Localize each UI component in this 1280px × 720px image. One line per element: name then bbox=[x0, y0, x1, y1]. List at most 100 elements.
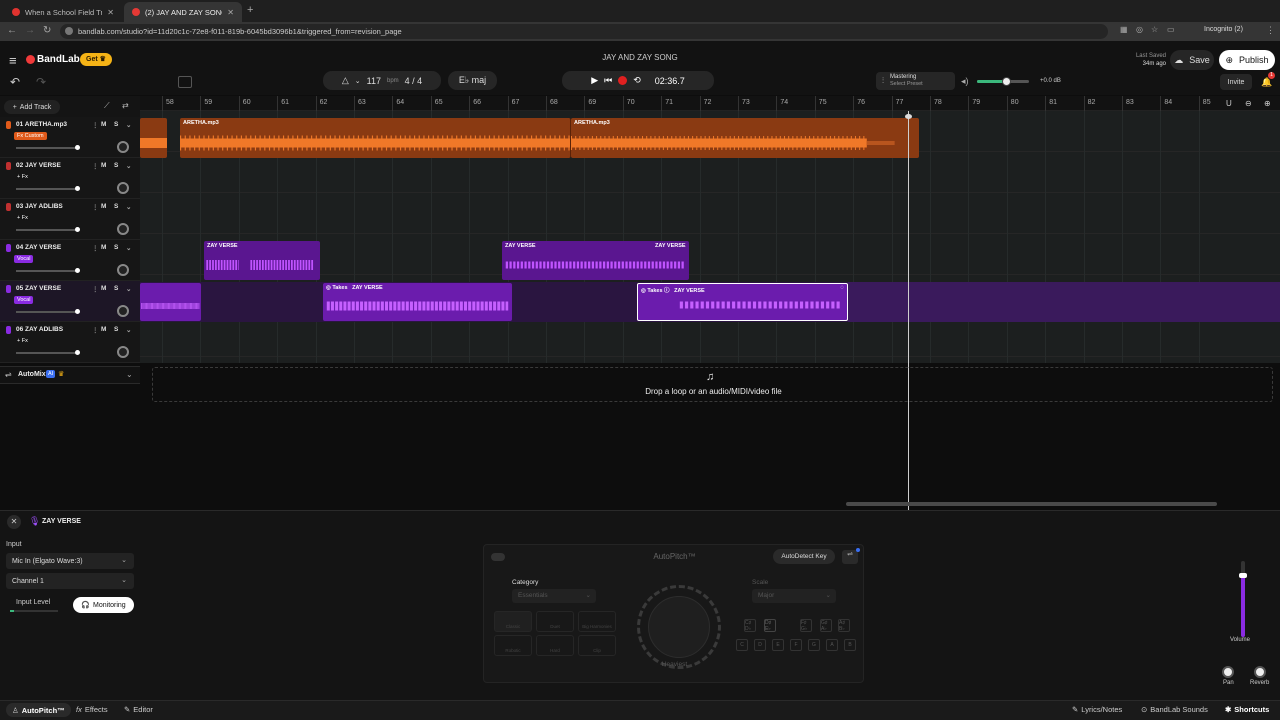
scale-key[interactable]: F bbox=[790, 639, 802, 651]
record-arm-icon[interactable] bbox=[6, 162, 11, 170]
shortcuts-button[interactable]: ✱ Shortcuts bbox=[1225, 705, 1269, 714]
browser-tab-1[interactable]: When a School Field Trip Ends ✕ bbox=[4, 2, 122, 22]
track-header[interactable]: 06 ZAY ADLIBS ⋮ M S ⌄ + Fx bbox=[0, 322, 140, 363]
track-volume-slider[interactable] bbox=[16, 268, 80, 273]
scale-key[interactable]: C bbox=[736, 639, 748, 651]
reverb-knob[interactable] bbox=[1254, 666, 1266, 678]
speaker-icon[interactable]: ◂) bbox=[961, 76, 969, 87]
record-arm-icon[interactable] bbox=[6, 326, 11, 334]
track-lane[interactable] bbox=[140, 193, 1280, 234]
timeline-ruler[interactable]: 58 59 60 61 62 63 64 65 66 67 68 69 70 71 72 73 74 75 76 77… bbox=[140, 96, 1280, 111]
playhead[interactable] bbox=[908, 111, 909, 511]
preset-tile[interactable]: Big Harmonies bbox=[578, 611, 616, 632]
new-tab-icon[interactable]: + bbox=[247, 4, 253, 16]
play-icon[interactable]: ▶ bbox=[591, 75, 598, 86]
chevron-down-icon[interactable]: ⌄ bbox=[126, 203, 131, 211]
sidepanel-icon[interactable]: ▭ bbox=[1167, 25, 1175, 34]
more-options-icon[interactable]: ⋮ bbox=[92, 326, 99, 334]
slider-knob[interactable] bbox=[75, 145, 80, 150]
track-volume-slider[interactable] bbox=[16, 145, 80, 150]
track-header[interactable]: 05 ZAY VERSE ⋮ M S ⌄ Vocal bbox=[0, 281, 140, 322]
preset-tile[interactable]: Classic bbox=[494, 611, 532, 632]
track-header[interactable]: 01 ARETHA.mp3 ⋮ M S ⌄ Fx Custom bbox=[0, 117, 140, 158]
more-options-icon[interactable]: ⋮ bbox=[92, 244, 99, 252]
pan-knob[interactable] bbox=[117, 346, 129, 358]
fx-button[interactable]: Vocal bbox=[14, 296, 34, 304]
drop-zone[interactable]: ♫ Drop a loop or an audio/MIDI/video fil… bbox=[152, 367, 1273, 402]
more-options-icon[interactable]: ⋮ bbox=[92, 162, 99, 170]
fx-button[interactable]: Fx Custom bbox=[14, 132, 47, 140]
pan-knob[interactable] bbox=[117, 223, 129, 235]
url-bar[interactable]: bandlab.com/studio?id=11d20c1c-72e8-f011… bbox=[60, 24, 1108, 39]
input-device-select[interactable]: Mic In (Elgato Wave:3) ⌄ bbox=[6, 553, 134, 569]
track-name[interactable]: 05 ZAY VERSE bbox=[16, 285, 61, 292]
key-selector[interactable]: E♭ maj bbox=[448, 71, 497, 90]
scale-select[interactable]: Major ⌄ bbox=[752, 589, 836, 603]
loop-icon[interactable]: ⟲ bbox=[633, 75, 641, 86]
pitch-strength-knob[interactable] bbox=[648, 596, 710, 658]
get-membership-button[interactable]: Get ♛ bbox=[80, 53, 112, 66]
audio-clip[interactable]: ZAY VERSE bbox=[204, 241, 320, 280]
track-settings-icon[interactable]: ⇄ bbox=[122, 101, 129, 110]
redo-icon[interactable]: ↷ bbox=[36, 75, 46, 89]
project-title[interactable]: JAY AND ZAY SONG bbox=[560, 53, 720, 62]
slider-knob[interactable] bbox=[75, 268, 80, 273]
eye-off-icon[interactable]: ◎ bbox=[1136, 25, 1143, 34]
preset-tile[interactable]: Hard bbox=[536, 635, 574, 656]
mastering-selector[interactable]: ⫶ Mastering Select Preset bbox=[876, 72, 955, 90]
mute-button[interactable]: M bbox=[101, 326, 106, 333]
bandlab-logo[interactable]: BandLab bbox=[37, 54, 80, 65]
scale-key[interactable]: G bbox=[808, 639, 820, 651]
track-lane[interactable] bbox=[140, 316, 1280, 357]
close-panel-icon[interactable]: ✕ bbox=[7, 515, 21, 529]
pan-knob[interactable] bbox=[1222, 666, 1234, 678]
playhead-handle[interactable] bbox=[905, 114, 912, 119]
scale-key[interactable]: D bbox=[754, 639, 766, 651]
category-select[interactable]: Essentials ⌄ bbox=[512, 589, 596, 603]
mute-button[interactable]: M bbox=[101, 162, 106, 169]
track-header[interactable]: 02 JAY VERSE ⋮ M S ⌄ + Fx bbox=[0, 158, 140, 199]
chevron-down-icon[interactable]: ⌄ bbox=[355, 77, 361, 85]
autopitch-tab[interactable]: ♙ AutoPitch™ bbox=[6, 703, 71, 717]
automix-row[interactable]: ⇌ AutoMix AI ♛ ⌄ bbox=[0, 366, 140, 384]
site-info-icon[interactable] bbox=[65, 27, 73, 35]
solo-button[interactable]: S bbox=[114, 244, 118, 251]
scale-key[interactable]: B bbox=[844, 639, 856, 651]
record-arm-icon[interactable] bbox=[6, 244, 11, 252]
track-volume-slider[interactable] bbox=[16, 309, 80, 314]
track-name[interactable]: 02 JAY VERSE bbox=[16, 162, 61, 169]
autodetect-key-button[interactable]: AutoDetect Key bbox=[773, 549, 835, 564]
audio-clip[interactable]: ZAY VERSE ZAY VERSE bbox=[502, 241, 689, 280]
pan-knob[interactable] bbox=[117, 305, 129, 317]
chevron-down-icon[interactable]: ⌄ bbox=[126, 285, 131, 293]
more-options-icon[interactable]: ⋮ bbox=[92, 203, 99, 211]
record-icon[interactable] bbox=[618, 76, 628, 85]
back-icon[interactable]: ← bbox=[7, 25, 17, 36]
effects-tab[interactable]: fx Effects bbox=[76, 705, 108, 714]
loop-handle-icon[interactable]: ◌ bbox=[840, 285, 844, 291]
fx-button[interactable]: + Fx bbox=[14, 214, 31, 222]
scale-key[interactable]: F♯ G♭ bbox=[800, 619, 812, 632]
pan-knob[interactable] bbox=[117, 141, 129, 153]
bpm-value[interactable]: 117 bbox=[367, 76, 381, 86]
scale-key[interactable]: A♯ B♭ bbox=[838, 619, 850, 632]
slider-knob[interactable] bbox=[75, 186, 80, 191]
track-header[interactable]: 03 JAY ADLIBS ⋮ M S ⌄ + Fx bbox=[0, 199, 140, 240]
scale-key[interactable]: G♯ A♭ bbox=[820, 619, 832, 632]
solo-button[interactable]: S bbox=[114, 285, 118, 292]
horizontal-scrollbar[interactable] bbox=[846, 502, 1217, 506]
slider-knob[interactable] bbox=[75, 350, 80, 355]
track-name[interactable]: 04 ZAY VERSE bbox=[16, 244, 61, 251]
save-button[interactable]: ☁ Save bbox=[1170, 50, 1214, 70]
incognito-profile[interactable]: Incognito (2) bbox=[1204, 26, 1243, 33]
zoom-in-icon[interactable]: ⊕ bbox=[1264, 99, 1271, 108]
monitoring-button[interactable]: 🎧 Monitoring bbox=[73, 597, 134, 613]
mute-button[interactable]: M bbox=[101, 285, 106, 292]
track-volume-slider[interactable] bbox=[16, 186, 80, 191]
track-name[interactable]: 06 ZAY ADLIBS bbox=[16, 326, 63, 333]
bandlab-sounds-button[interactable]: ⊙ BandLab Sounds bbox=[1141, 705, 1208, 714]
undo-icon[interactable]: ↶ bbox=[10, 75, 20, 89]
publish-button[interactable]: ⊕ Publish bbox=[1219, 50, 1275, 70]
track-volume-slider[interactable] bbox=[16, 350, 80, 355]
rewind-icon[interactable]: ⏮ bbox=[604, 75, 612, 86]
